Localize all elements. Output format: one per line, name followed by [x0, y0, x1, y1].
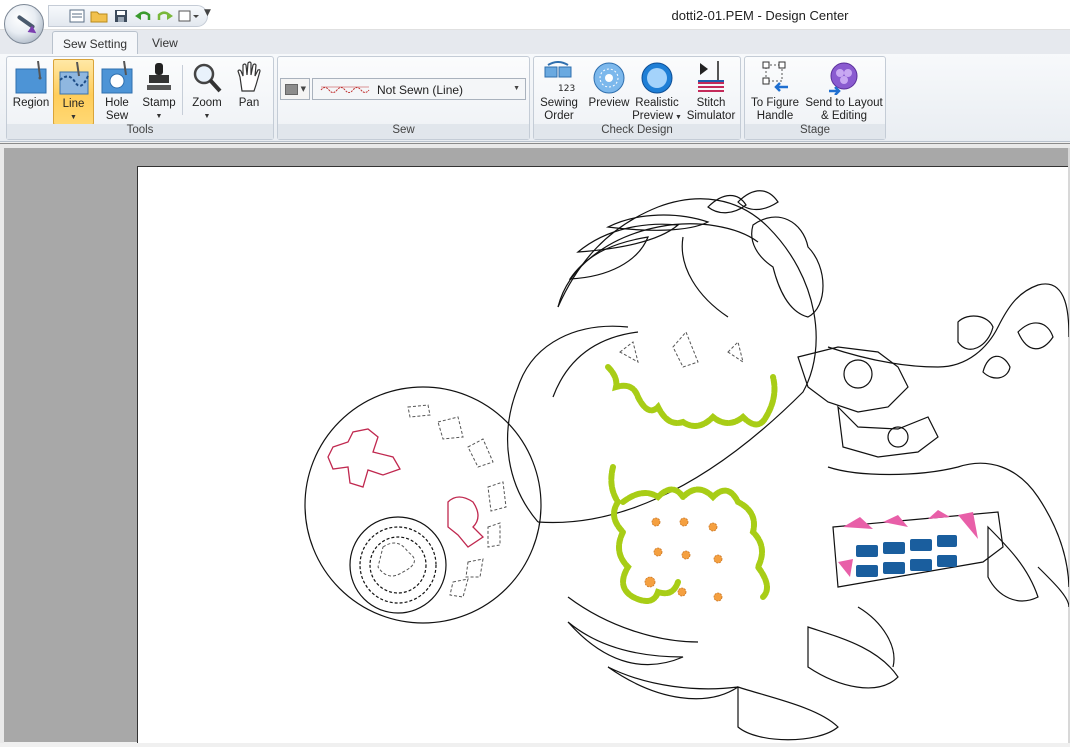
pan-label: Pan [238, 97, 260, 109]
tab-sew-setting[interactable]: Sew Setting [52, 31, 139, 54]
stamp-button[interactable]: Stamp ▼ [139, 59, 179, 125]
hole-sew-label-1: Hole [105, 97, 129, 109]
workspace-top-edge [0, 144, 1070, 148]
embroidery-design[interactable] [138, 167, 1070, 744]
tab-view[interactable]: View [142, 31, 188, 54]
design-canvas[interactable] [137, 166, 1070, 744]
check-design-group: 123 Sewing Order Preview Realistic Previ… [533, 56, 741, 140]
stage-group-label: Stage [745, 124, 885, 139]
line-color-swatch [285, 84, 298, 95]
to-figure-handle-label-2: Handle [756, 110, 794, 122]
zoom-dropdown-arrow[interactable]: ▼ [187, 110, 227, 123]
realistic-preview-label-1: Realistic [635, 97, 679, 109]
stitch-type-dropdown[interactable]: Not Sewn (Line) ▼ [312, 78, 526, 100]
design-workspace[interactable] [0, 143, 1070, 744]
line-label: Line [62, 98, 85, 110]
stitch-simulator-icon [684, 59, 738, 95]
lime-stitch-top [605, 364, 778, 429]
preview-icon [586, 59, 632, 95]
workspace-left-edge [0, 148, 4, 743]
line-dropdown-arrow[interactable]: ▼ [54, 111, 93, 124]
design-outline-body [537, 198, 817, 524]
tools-group: Region Line ▼ Hole Sew Stamp ▼ Zoom ▼ Pa… [6, 56, 274, 140]
sewing-order-icon: 123 [536, 59, 582, 95]
sew-stitch-selector: ▼ Not Sewn (Line) ▼ [280, 78, 526, 100]
zoom-button[interactable]: Zoom ▼ [187, 59, 227, 125]
title-bar: ▼ dotti2-01.PEM - Design Center [0, 0, 1070, 44]
window-title: dotti2-01.PEM - Design Center [671, 8, 849, 23]
line-icon [54, 60, 93, 96]
preview-label: Preview [588, 97, 630, 109]
to-figure-handle-label-1: To Figure [751, 97, 799, 109]
sewing-order-label-2: Order [544, 110, 574, 122]
realistic-preview-icon [632, 59, 682, 95]
design-eye-circle [304, 386, 542, 624]
sewing-order-button[interactable]: 123 Sewing Order [536, 59, 582, 125]
svg-text:123: 123 [558, 84, 575, 94]
realistic-preview-dropdown-arrow[interactable]: ▼ [673, 114, 682, 121]
send-to-layout-button[interactable]: Send to Layout & Editing [803, 59, 885, 125]
pan-button[interactable]: Pan [229, 59, 269, 125]
blue-teeth [856, 535, 957, 577]
region-label: Region [12, 97, 50, 109]
design-outline-arm [827, 283, 1070, 368]
send-to-layout-label-2: & Editing [820, 110, 868, 122]
preview-button[interactable]: Preview [586, 59, 632, 125]
hole-sew-button[interactable]: Hole Sew [95, 59, 139, 125]
stage-group: To Figure Handle Send to Layout & Editin… [744, 56, 886, 140]
stamp-dropdown-arrow[interactable]: ▼ [139, 110, 179, 123]
ribbon-tabs: Sew Setting View [0, 30, 1070, 54]
tools-divider [182, 65, 183, 115]
line-button[interactable]: Line ▼ [53, 59, 94, 125]
stitch-type-preview-icon [320, 86, 370, 93]
tools-group-label: Tools [7, 124, 273, 139]
to-figure-handle-icon [747, 59, 803, 95]
hole-sew-icon [95, 59, 139, 95]
realistic-preview-label-2: Preview [632, 110, 674, 122]
stitch-simulator-label-2: Simulator [686, 110, 736, 122]
check-design-group-label: Check Design [534, 124, 740, 139]
stitch-simulator-button[interactable]: Stitch Simulator [684, 59, 738, 125]
to-figure-handle-button[interactable]: To Figure Handle [747, 59, 803, 125]
stamp-icon [139, 59, 179, 95]
color-dropdown-arrow: ▼ [300, 85, 306, 93]
region-button[interactable]: Region [9, 59, 53, 125]
line-color-picker[interactable]: ▼ [280, 78, 310, 100]
send-to-layout-label-1: Send to Layout [805, 97, 883, 109]
stitch-type-value: Not Sewn (Line) [377, 83, 464, 97]
hole-sew-label-2: Sew [105, 110, 129, 122]
pan-hand-icon [229, 59, 269, 95]
stitch-type-dropdown-arrow: ▼ [513, 85, 520, 92]
region-icon [9, 59, 53, 95]
realistic-preview-button[interactable]: Realistic Preview ▼ [632, 59, 682, 125]
stitch-simulator-label-1: Stitch [696, 97, 726, 109]
ribbon: Region Line ▼ Hole Sew Stamp ▼ Zoom ▼ Pa… [0, 54, 1070, 142]
zoom-label: Zoom [192, 97, 222, 109]
send-to-layout-icon [803, 59, 885, 95]
sew-group-label: Sew [278, 124, 529, 139]
sewing-order-label-1: Sewing [540, 97, 578, 109]
zoom-icon [187, 59, 227, 95]
application-menu-button[interactable] [4, 4, 44, 44]
lime-stitch-right [620, 486, 770, 600]
stamp-label: Stamp [142, 97, 176, 109]
